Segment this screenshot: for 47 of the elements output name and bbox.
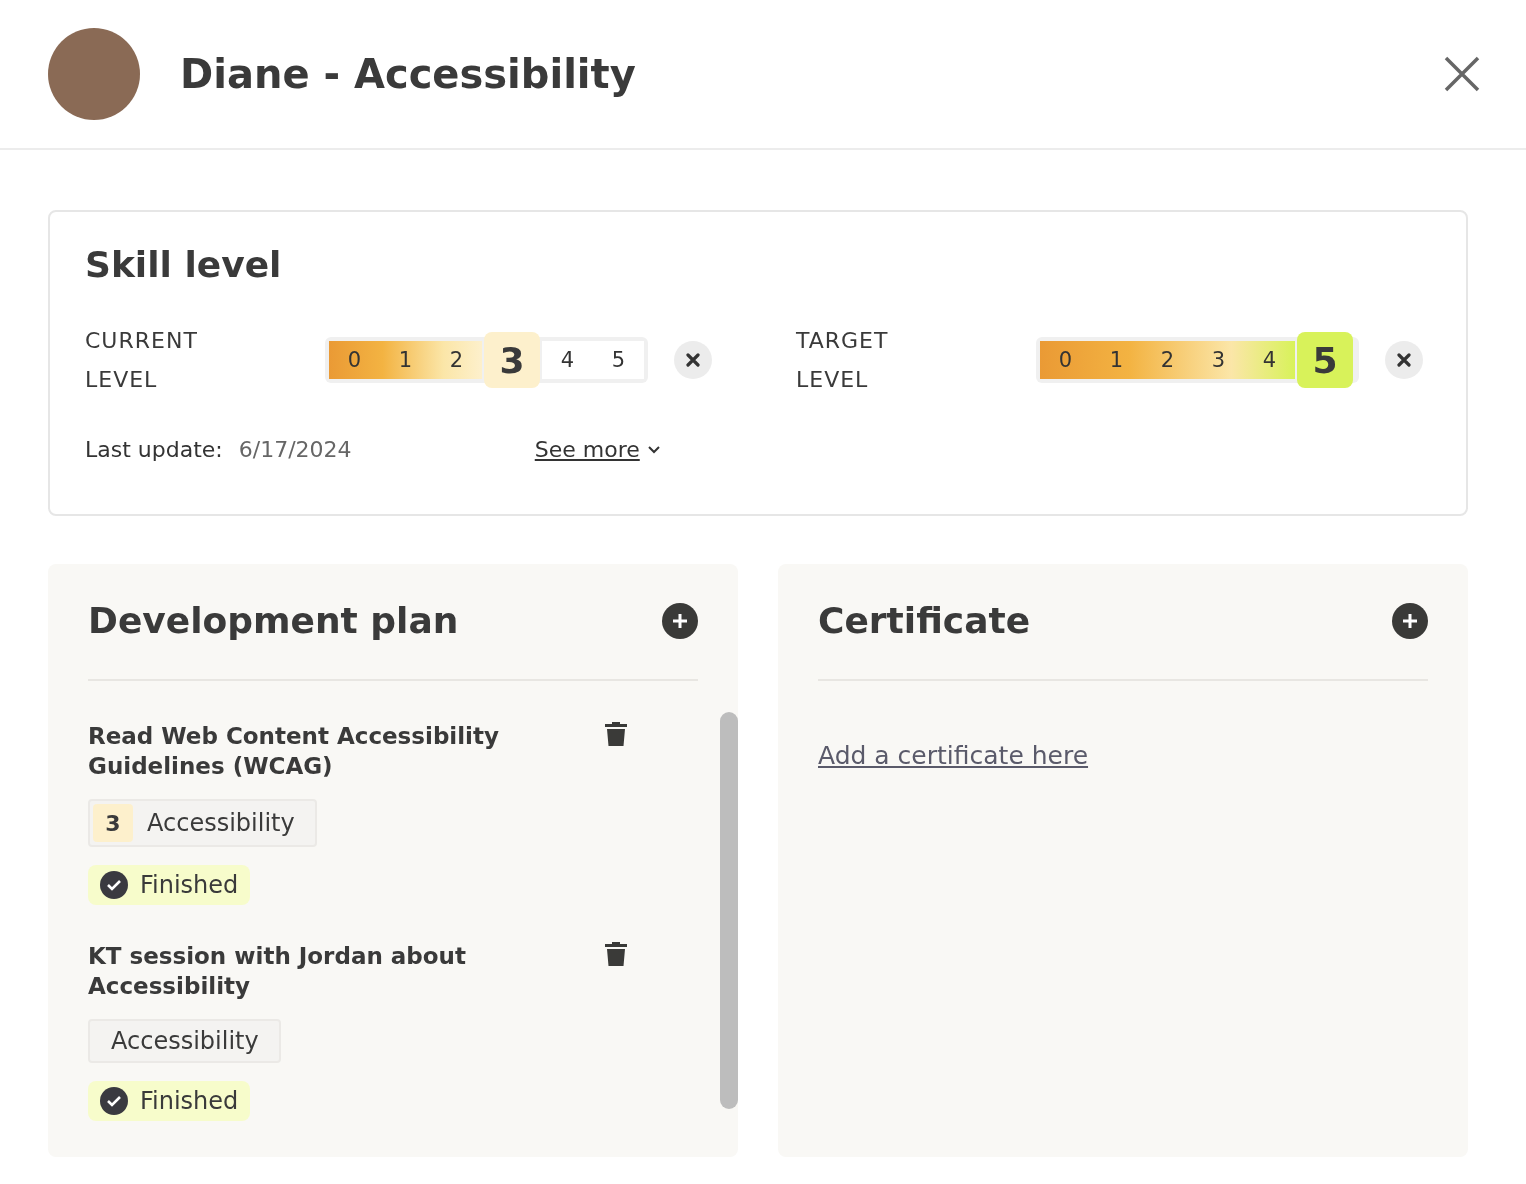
add-certificate-link[interactable]: Add a certificate here [818,741,1089,770]
delete-button[interactable] [604,941,628,967]
status-badge: Finished [88,865,251,905]
delete-button[interactable] [604,721,628,747]
clear-button[interactable] [674,341,712,379]
close-button[interactable] [1442,54,1482,94]
last-update-date: 6/17/2024 [238,437,353,462]
level-option[interactable]: 0 [1040,341,1091,379]
close-icon [686,353,700,367]
trash-icon [604,721,628,747]
level-option[interactable]: 4 [1244,341,1295,379]
plan-item-title: KT session with Jordan about Accessibility [88,942,467,1001]
trash-icon [604,941,628,967]
add-button[interactable] [1392,602,1428,639]
clear-button[interactable] [1385,341,1423,379]
status-badge: Finished [88,1081,251,1121]
scrollbar[interactable] [720,712,738,1109]
scale-label: TARGET LEVEL [796,327,890,394]
window-title: Diane - Accessibility [180,51,637,97]
selected-level[interactable]: 3 [484,332,540,388]
plus-icon [662,602,698,639]
level-option[interactable]: 2 [431,341,482,379]
level-option[interactable]: 0 [329,341,380,379]
tag-label: Accessibility [110,1026,259,1057]
check-circle-icon [100,1087,128,1115]
close-icon [1397,353,1411,367]
tag-label: Accessibility [147,808,295,839]
panel-title: Certificate [818,600,1031,641]
scale-label: CURRENT LEVEL [85,327,199,394]
add-button[interactable] [662,602,698,639]
plus-icon [1392,602,1428,639]
tag-level: 3 [93,804,133,842]
see-more-link[interactable]: See more [534,437,660,462]
level-option[interactable]: 5 [593,341,644,379]
card-title: Skill level [85,244,283,285]
panel-title: Development plan [88,600,459,641]
level-option[interactable]: 4 [542,341,593,379]
plan-item-title: Read Web Content Accessibility Guidelines (WCAG) [88,722,500,781]
check-circle-icon [100,871,128,899]
close-icon [1442,54,1482,94]
last-update-label: Last update: [85,437,223,462]
level-option[interactable]: 2 [1142,341,1193,379]
selected-level[interactable]: 5 [1297,332,1353,388]
level-option[interactable]: 1 [380,341,431,379]
level-option[interactable]: 1 [1091,341,1142,379]
chevron-down-icon [647,445,660,454]
level-option[interactable]: 3 [1193,341,1244,379]
